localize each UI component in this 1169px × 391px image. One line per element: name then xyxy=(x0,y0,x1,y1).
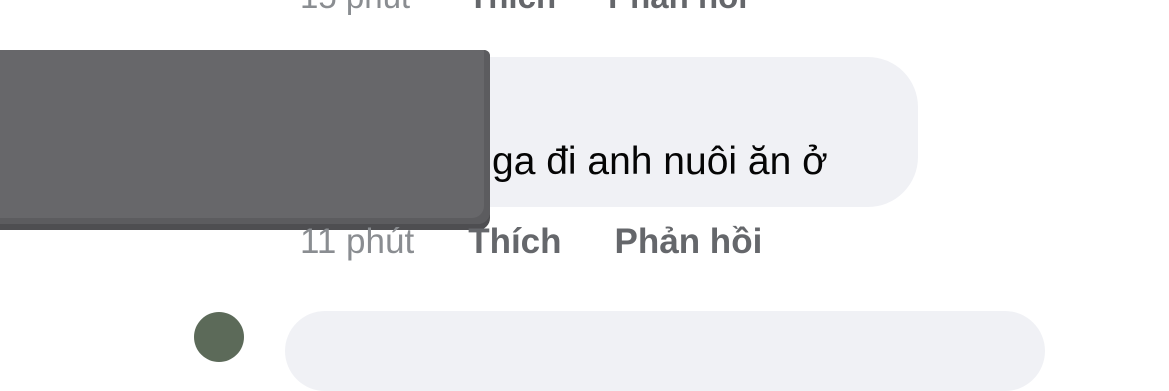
previous-reply-button[interactable]: Phản hồi xyxy=(608,0,747,16)
comment-text: ga đi anh nuôi ăn ở xyxy=(492,140,828,183)
comment-time: 11 phút xyxy=(300,222,415,261)
next-comment-avatar[interactable] xyxy=(194,312,244,362)
redaction-overlay xyxy=(0,50,490,224)
previous-comment-time: 15 phút xyxy=(300,0,410,16)
like-button[interactable]: Thích xyxy=(468,222,561,262)
previous-like-button[interactable]: Thích xyxy=(468,0,556,16)
previous-comment-actions: 15 phút Thích Phản hồi xyxy=(300,0,747,16)
reply-button[interactable]: Phản hồi xyxy=(615,222,763,262)
next-comment-bubble[interactable] xyxy=(285,311,1045,391)
comment-actions: 11 phút Thích Phản hồi xyxy=(300,222,762,262)
